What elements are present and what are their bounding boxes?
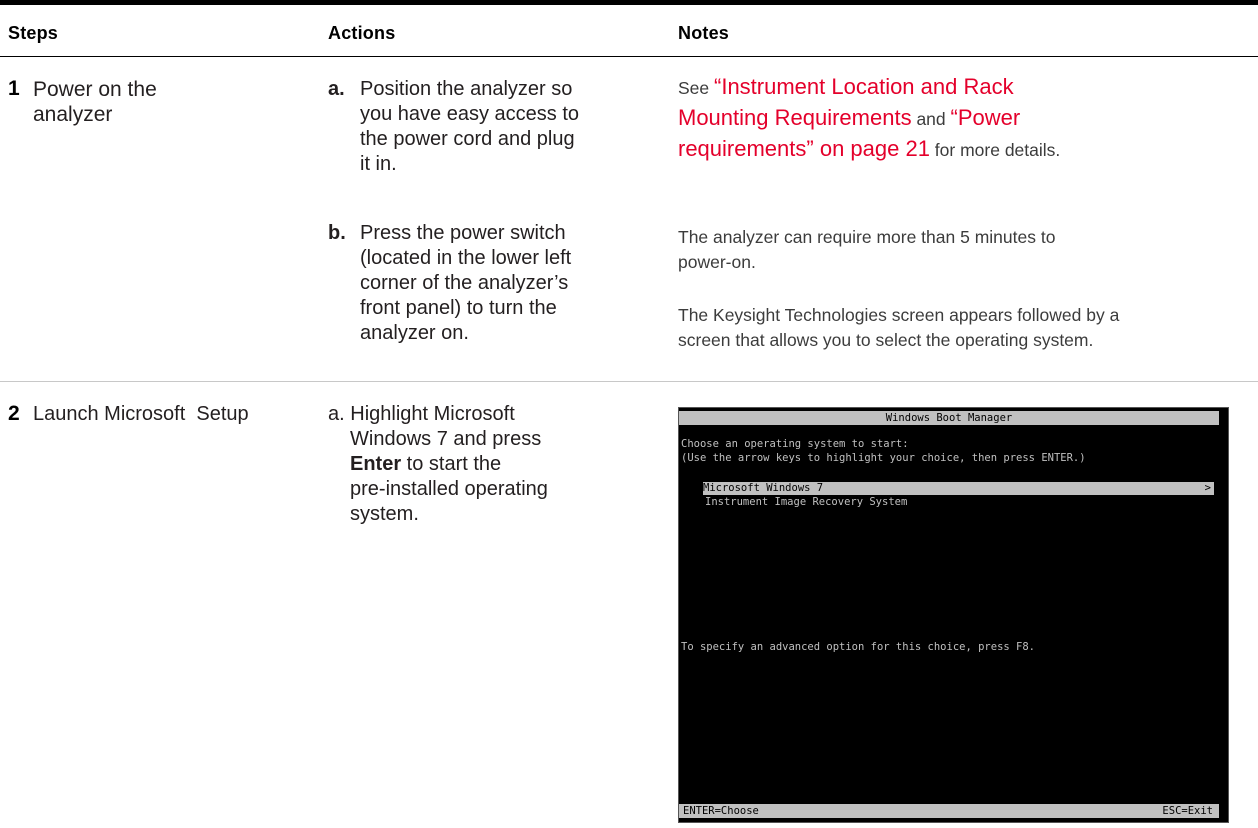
step-1-action-b: b. Press the power switch (located in th… [328,221,668,361]
step-1-title-line2: analyzer [33,103,113,126]
boot-prompt: Choose an operating system to start: [681,438,909,450]
step-2-action-line1: a. Highlight Microsoft [328,402,668,427]
action-a-line: you have easy access to [360,103,580,125]
chevron-right-icon: > [1204,482,1211,494]
note-a-prefix: See [678,78,714,98]
note-a-line2: Mounting Requirements and “Power [678,103,1238,134]
note-a-line1: See “Instrument Location and Rack [678,72,1238,103]
action-a-line: it in. [360,153,397,175]
note-a-suffix: for more details. [929,140,1061,160]
boot-option-windows7-label: Microsoft Windows 7 [703,482,824,494]
step-1-number: 1 [8,77,20,100]
boot-footer-esc: ESC=Exit [1162,805,1213,817]
header-rule [0,56,1258,57]
link-power-requirements[interactable]: “Power [951,105,1021,130]
step-2-action-line4: pre-installed operating [350,478,548,500]
header-actions: Actions [328,23,396,43]
boot-option-recovery[interactable]: Instrument Image Recovery System [705,496,907,508]
enter-key-label: Enter [350,453,402,475]
boot-manager-screenshot: Windows Boot Manager Choose an operating… [678,407,1229,823]
action-b-label: b. [328,222,346,244]
note-b1-line1: The analyzer can require more than 5 min… [678,227,1056,247]
boot-advanced-hint: To specify an advanced option for this c… [681,641,1036,653]
step-2-action-text1: Highlight Microsoft [350,403,515,425]
action-b-line: corner of the analyzer’s [360,272,569,294]
action-a-line: Position the analyzer so [360,78,573,100]
action-a-label: a. [328,78,345,100]
step-2-action-line2: Windows 7 and press [350,428,542,450]
step-1-note-a: See “Instrument Location and Rack Mounti… [678,72,1238,165]
action-b-line: (located in the lower left [360,247,572,269]
step-2-action-line5: system. [350,503,419,525]
note-b1-line2: power-on. [678,252,756,272]
link-instrument-location-cont[interactable]: Mounting Requirements [678,105,912,130]
action-b-line: front panel) to turn the [360,297,557,319]
link-instrument-location[interactable]: “Instrument Location and Rack [714,74,1014,99]
boot-hint: (Use the arrow keys to highlight your ch… [681,452,1086,464]
step-2-number: 2 [8,402,20,425]
header-steps: Steps [8,23,59,43]
step-2-action-a: a. Highlight Microsoft Windows 7 and pre… [328,402,668,542]
step-2-title: Launch Microsoft Setup [33,403,249,425]
action-b-line: Press the power switch [360,222,566,244]
step-1-title-line1: Power on the [33,78,157,101]
action-a-line: the power cord and plug [360,128,575,150]
note-b2-line1: The Keysight Technologies screen appears… [678,305,1120,325]
step-1-action-a: a. Position the analyzer so you have eas… [328,77,668,187]
step-2-action-line3: Enter to start the [328,452,668,477]
header-notes: Notes [678,23,730,43]
note-a-line3: requirements” on page 21 for more detail… [678,134,1238,165]
step-1-note-b2: The Keysight Technologies screen appears… [678,303,1253,353]
boot-option-windows7[interactable]: Microsoft Windows 7 > [703,482,1214,495]
step-2-action-label: a. [328,403,345,425]
link-power-requirements-cont[interactable]: requirements” on page 21 [678,136,930,161]
note-a-middle: and [911,109,951,129]
step-1-note-b1: The analyzer can require more than 5 min… [678,225,1248,275]
action-b-line: analyzer on. [360,322,469,344]
boot-title: Windows Boot Manager [679,411,1219,425]
boot-footer-enter: ENTER=Choose [683,805,759,817]
row-divider [0,381,1258,382]
boot-footer: ENTER=Choose ESC=Exit [679,804,1219,818]
table-header: Steps Actions Notes [0,5,1258,57]
step-2-action-line3-rest: to start the [401,453,502,475]
note-b2-line2: screen that allows you to select the ope… [678,330,1094,350]
